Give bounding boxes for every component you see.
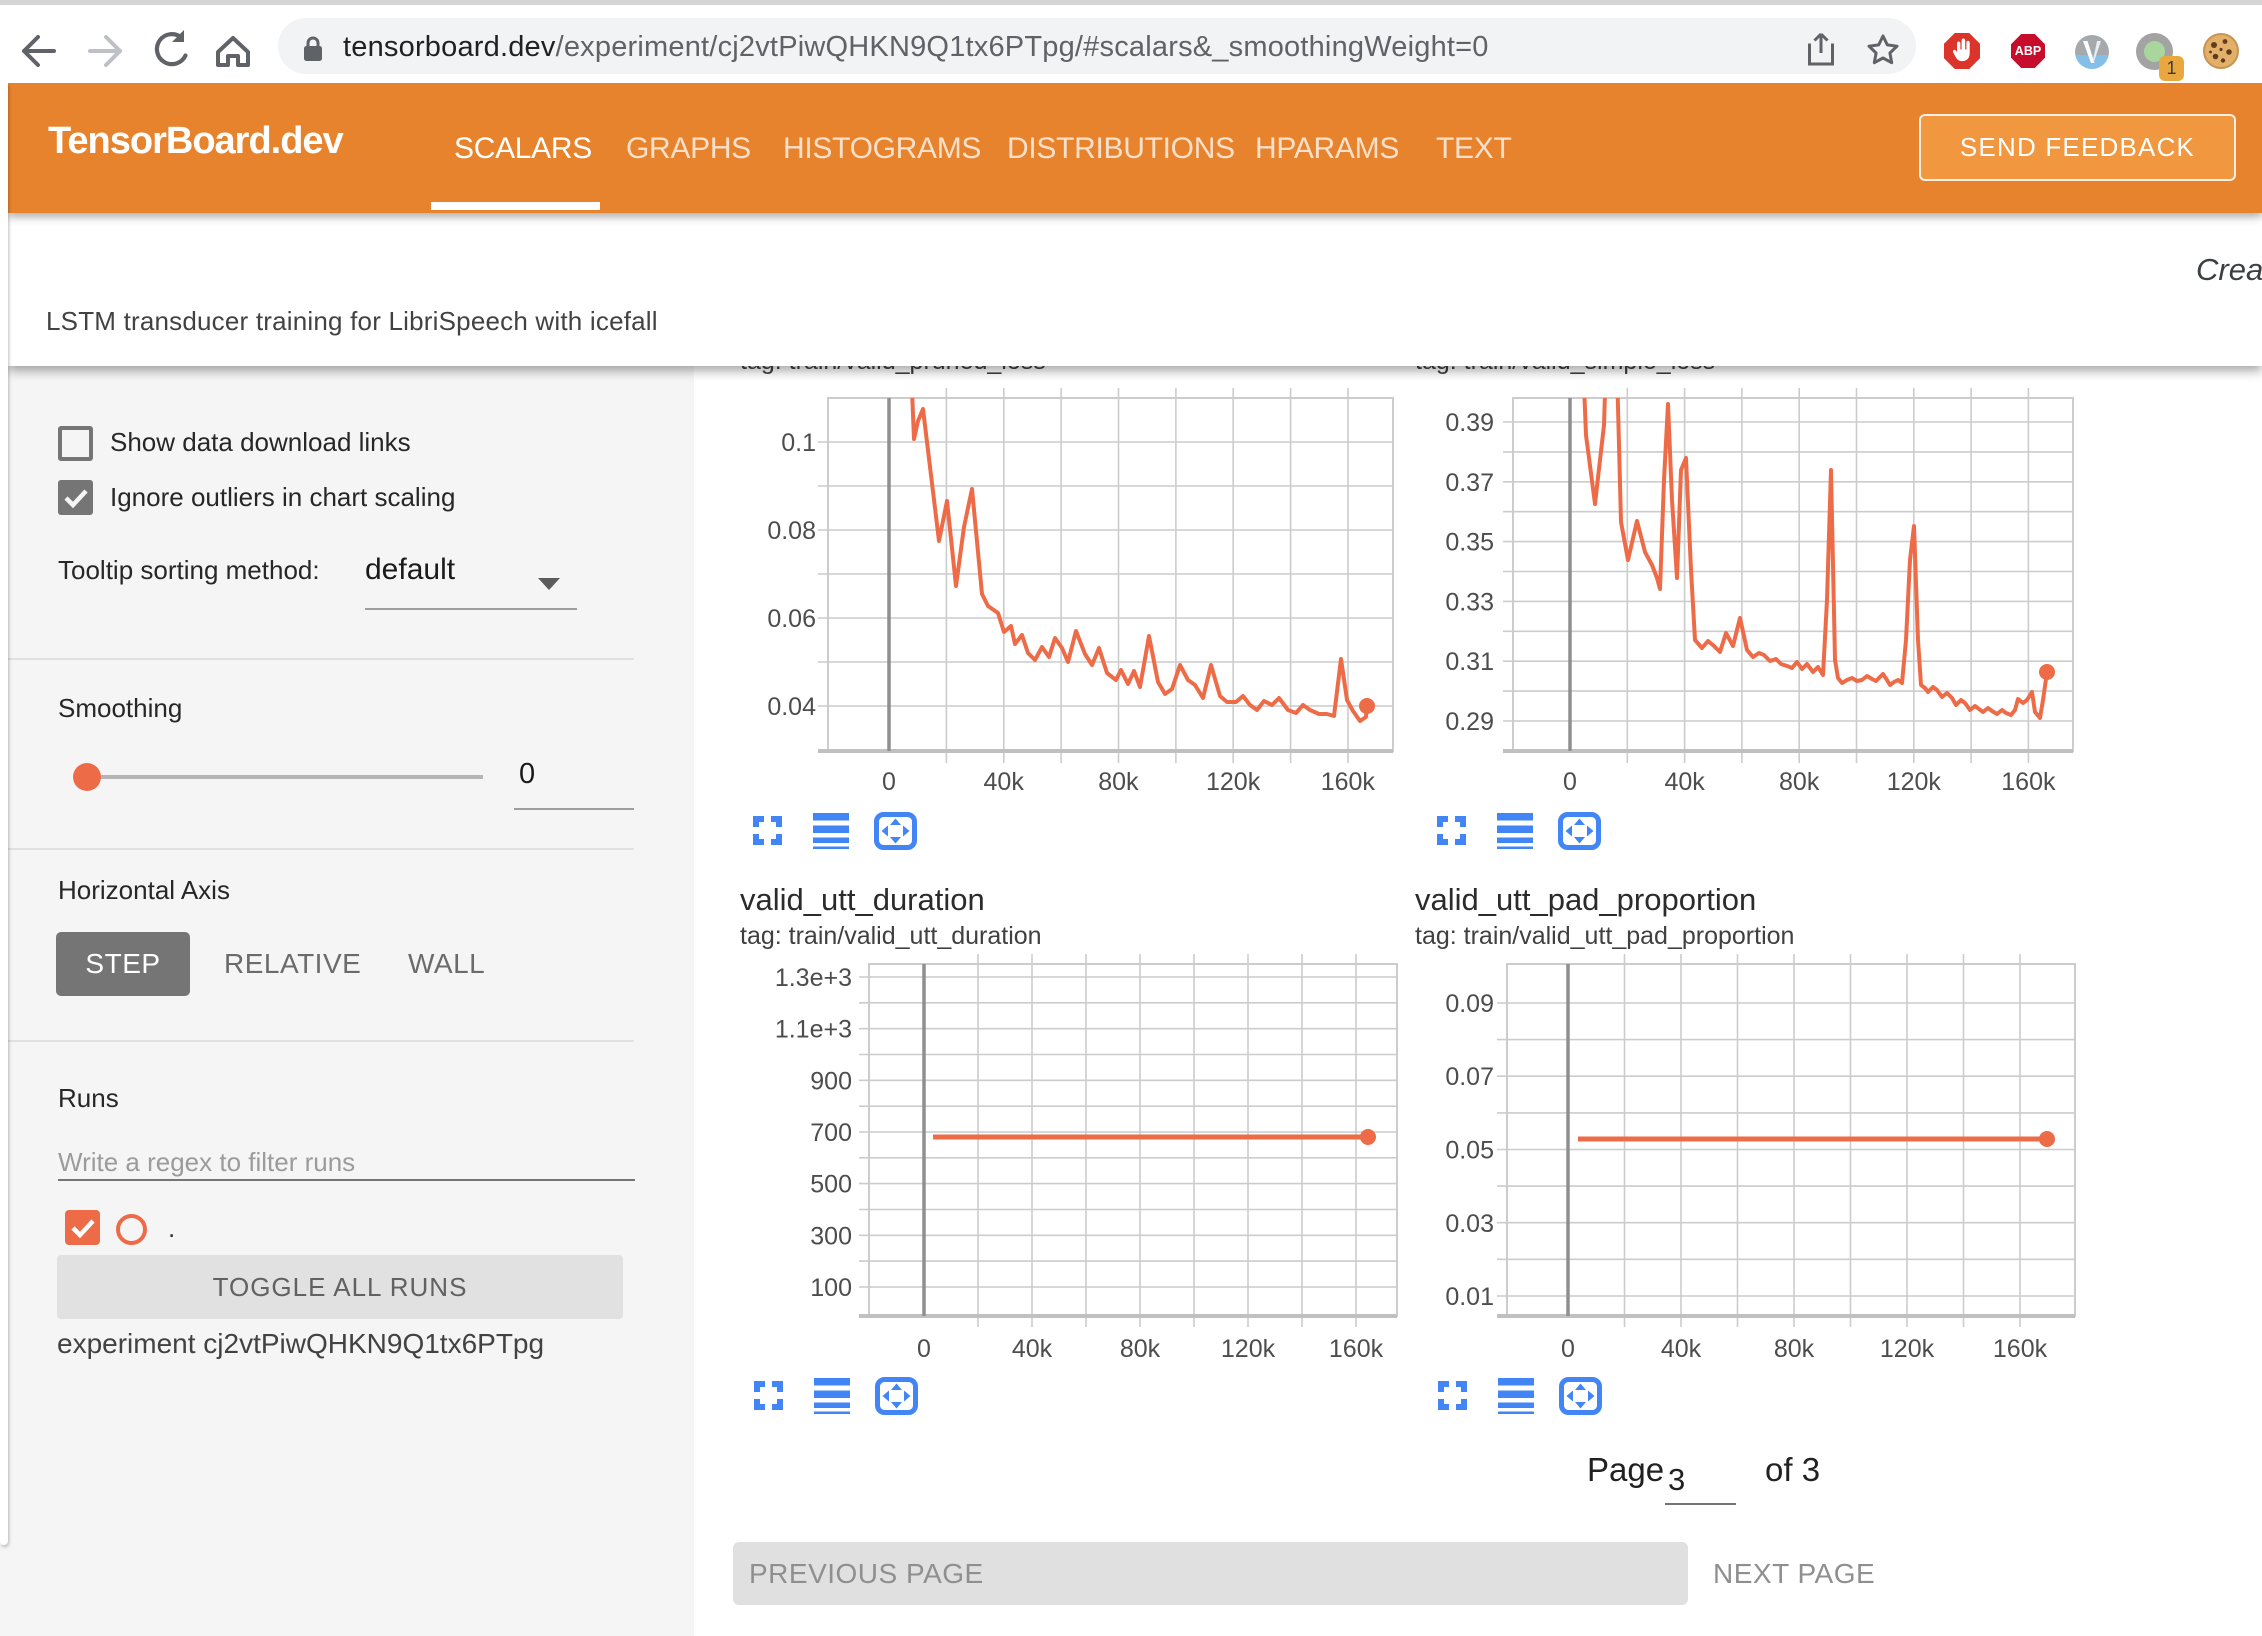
svg-text:120k: 120k [1206,768,1261,796]
svg-text:500: 500 [810,1171,852,1199]
svg-text:40k: 40k [1664,768,1705,796]
svg-text:80k: 80k [1098,768,1139,796]
svg-text:Page: Page [1587,1451,1664,1488]
svg-text:tag: train/valid_utt_duration: tag: train/valid_utt_duration [740,922,1042,950]
svg-text:valid_utt_pad_proportion: valid_utt_pad_proportion [1415,882,1756,917]
svg-text:NEXT PAGE: NEXT PAGE [1713,1558,1875,1589]
svg-text:40k: 40k [1012,1335,1053,1363]
svg-text:80k: 80k [1779,768,1820,796]
svg-text:PREVIOUS PAGE: PREVIOUS PAGE [749,1558,984,1589]
svg-text:100: 100 [810,1274,852,1302]
svg-text:0.03: 0.03 [1445,1210,1494,1238]
svg-text:3: 3 [1668,1462,1685,1497]
svg-text:0.06: 0.06 [767,605,816,633]
svg-text:0: 0 [882,768,896,796]
svg-text:0: 0 [1563,768,1577,796]
svg-text:0.04: 0.04 [767,693,816,721]
svg-text:0.05: 0.05 [1445,1137,1494,1165]
svg-text:160k: 160k [1321,768,1376,796]
svg-text:80k: 80k [1774,1335,1815,1363]
svg-text:700: 700 [810,1119,852,1147]
svg-text:160k: 160k [2001,768,2056,796]
svg-text:120k: 120k [1880,1335,1935,1363]
svg-text:0.31: 0.31 [1445,648,1494,676]
svg-text:1.1e+3: 1.1e+3 [775,1016,852,1044]
svg-text:300: 300 [810,1222,852,1250]
svg-text:0.39: 0.39 [1445,409,1494,437]
svg-text:tag: train/valid_utt_pad_propo: tag: train/valid_utt_pad_proportion [1415,922,1794,950]
svg-text:of 3: of 3 [1765,1451,1820,1488]
svg-text:160k: 160k [1993,1335,2048,1363]
svg-text:0.01: 0.01 [1445,1283,1494,1311]
svg-text:tag: train/valid_pruned_loss: tag: train/valid_pruned_loss [740,366,1046,375]
svg-text:valid_utt_duration: valid_utt_duration [740,882,985,917]
svg-text:0.35: 0.35 [1445,529,1494,557]
svg-text:0.33: 0.33 [1445,588,1494,616]
svg-text:160k: 160k [1329,1335,1384,1363]
svg-text:0.37: 0.37 [1445,469,1494,497]
svg-text:40k: 40k [1661,1335,1702,1363]
svg-text:0.09: 0.09 [1445,990,1494,1018]
svg-text:40k: 40k [984,768,1025,796]
svg-text:1.3e+3: 1.3e+3 [775,964,852,992]
svg-text:0.1: 0.1 [781,429,816,457]
svg-text:120k: 120k [1887,768,1942,796]
svg-text:0.29: 0.29 [1445,708,1494,736]
svg-text:tag: train/valid_simple_loss: tag: train/valid_simple_loss [1415,366,1715,375]
svg-text:900: 900 [810,1067,852,1095]
svg-text:80k: 80k [1120,1335,1161,1363]
svg-text:0: 0 [1561,1335,1575,1363]
svg-text:120k: 120k [1221,1335,1276,1363]
svg-text:0.08: 0.08 [767,517,816,545]
svg-text:0: 0 [917,1335,931,1363]
svg-text:0.07: 0.07 [1445,1063,1494,1091]
